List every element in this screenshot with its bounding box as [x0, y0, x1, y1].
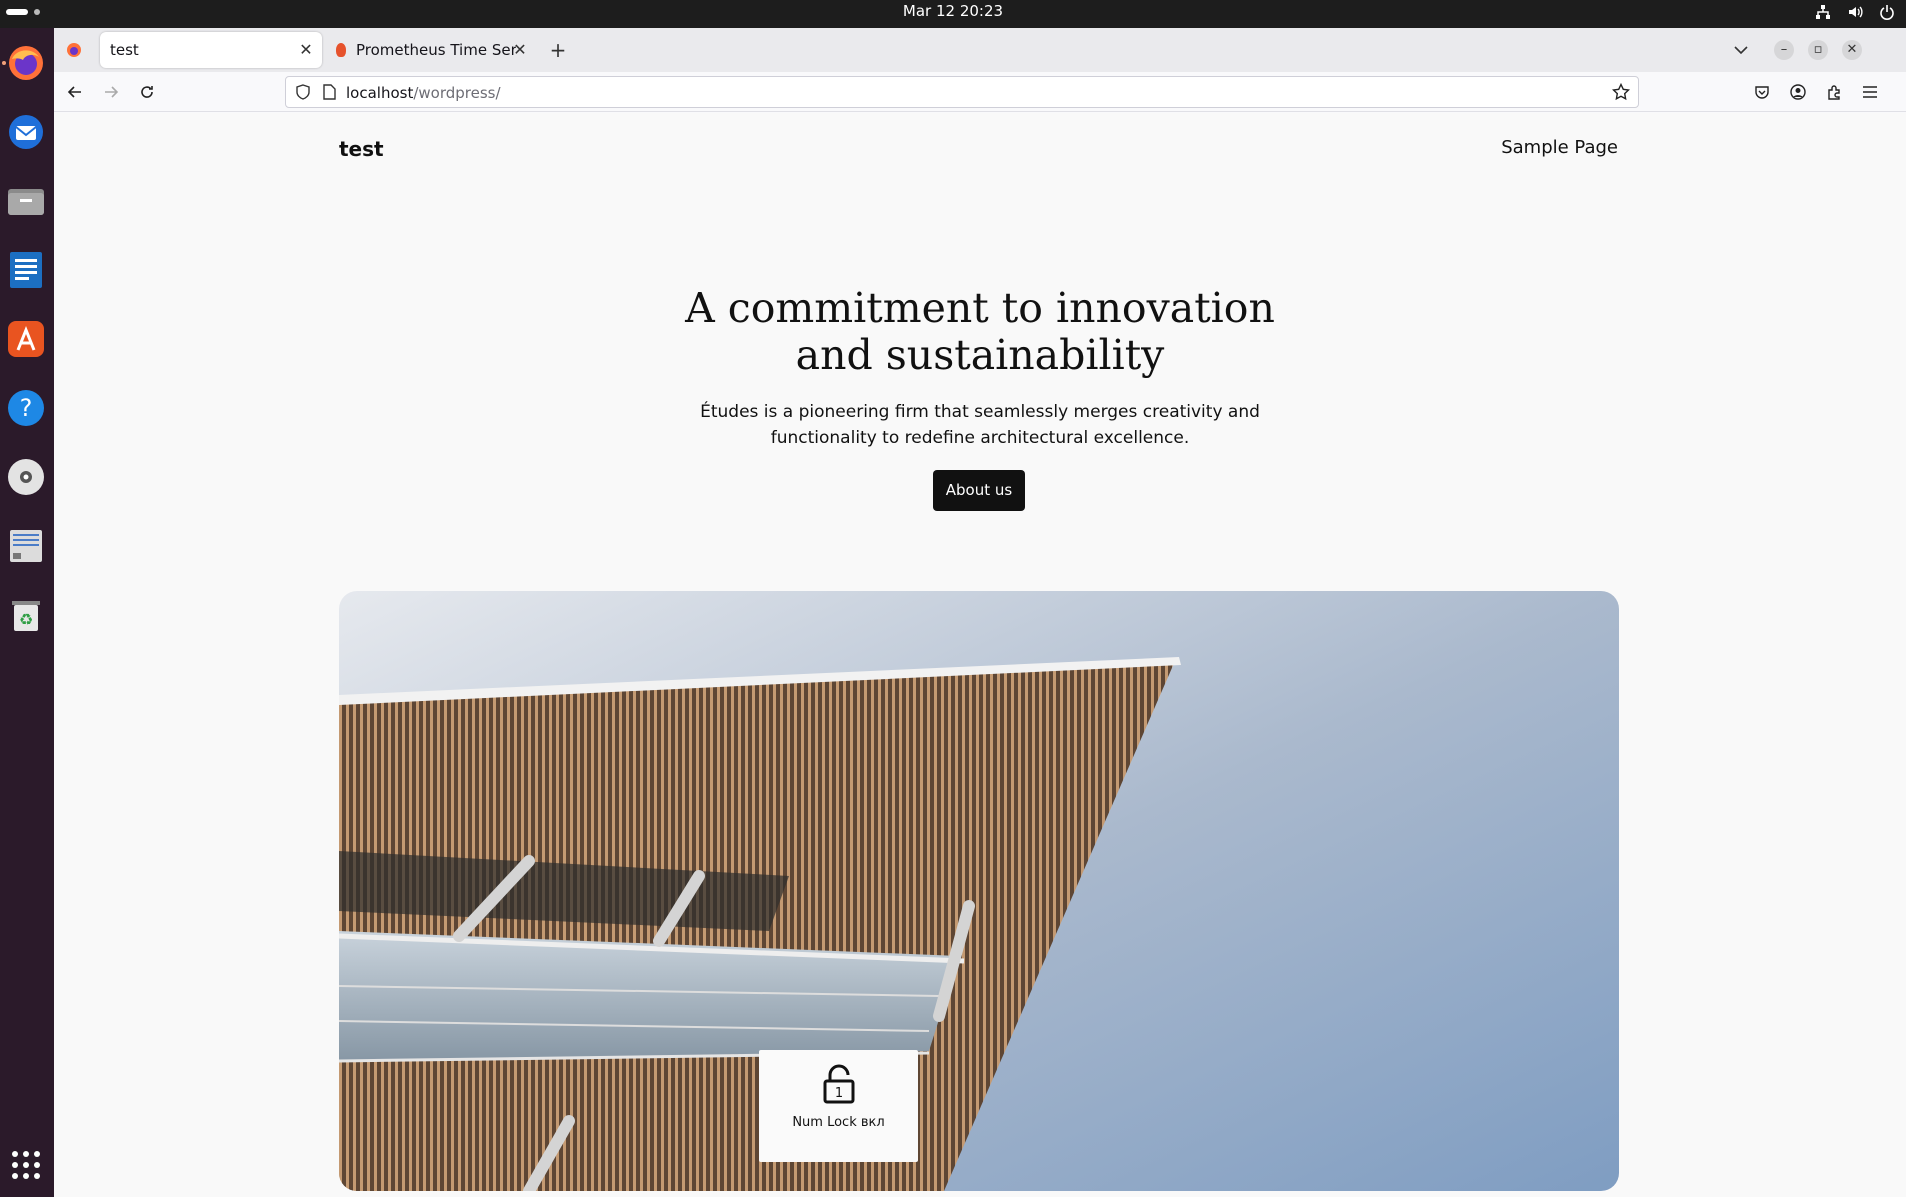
disc-icon[interactable] [3, 454, 49, 500]
account-icon[interactable] [1784, 78, 1812, 106]
writer-icon[interactable] [3, 247, 49, 293]
url-text[interactable]: localhost/wordpress/ [346, 84, 501, 102]
url-host: localhost [346, 84, 414, 102]
restore-button[interactable]: ▫ [1808, 40, 1828, 60]
back-button[interactable] [61, 78, 89, 106]
running-indicator [2, 61, 6, 65]
num-lock-osd: 1 Num Lock вкл [759, 1050, 918, 1162]
about-us-button[interactable]: About us [933, 470, 1025, 511]
prometheus-icon [336, 43, 346, 57]
extensions-icon[interactable] [1820, 78, 1848, 106]
hero-subtitle-line: Études is a pioneering firm that seamles… [700, 402, 1260, 422]
system-tray[interactable] [1814, 3, 1896, 21]
reload-button[interactable] [133, 78, 161, 106]
close-tab-icon[interactable]: ✕ [512, 42, 528, 58]
files-icon[interactable] [3, 178, 49, 224]
lock-digit: 1 [835, 1086, 843, 1101]
site-title[interactable]: test [339, 137, 384, 161]
trash-icon[interactable]: ♻ [3, 592, 49, 638]
new-tab-button[interactable]: + [544, 36, 572, 64]
page-icon[interactable] [322, 84, 336, 104]
thunderbird-icon[interactable] [3, 109, 49, 155]
tab-bar: test ✕ Prometheus Time Series C ✕ + – ▫ … [54, 28, 1906, 72]
hero-subtitle: Études is a pioneering firm that seamles… [54, 399, 1906, 451]
close-window-button[interactable]: ✕ [1842, 40, 1862, 60]
hero-subtitle-line: functionality to redefine architectural … [770, 428, 1190, 448]
volume-icon[interactable] [1846, 3, 1864, 21]
hero-building-image [339, 591, 1619, 1191]
hero-title: A commitment to innovation and sustainab… [54, 285, 1906, 379]
lock-icon: 1 [822, 1064, 856, 1108]
dock: ? ♻ [0, 28, 54, 1197]
web-page: test Sample Page A commitment to innovat… [54, 113, 1906, 1197]
forward-button[interactable] [97, 78, 125, 106]
nav-link-sample-page[interactable]: Sample Page [1501, 137, 1618, 158]
browser-window: test ✕ Prometheus Time Series C ✕ + – ▫ … [54, 28, 1906, 1197]
hero-title-line: and sustainability [795, 331, 1165, 379]
url-path: /wordpress/ [413, 84, 501, 102]
firefox-view-button[interactable] [60, 36, 88, 64]
system-top-bar: Mar 12 20:23 [0, 0, 1906, 28]
tab-test[interactable]: test ✕ [100, 32, 322, 68]
shield-icon[interactable] [295, 84, 311, 104]
svg-text:♻: ♻ [19, 610, 33, 629]
tab-title: test [110, 41, 139, 59]
firefox-icon[interactable] [3, 40, 49, 86]
pocket-icon[interactable] [1748, 78, 1776, 106]
num-lock-label: Num Lock вкл [792, 1115, 885, 1130]
help-icon[interactable]: ? [3, 385, 49, 431]
tab-prometheus[interactable]: Prometheus Time Series C ✕ [326, 32, 536, 68]
system-clock[interactable]: Mar 12 20:23 [0, 0, 1906, 22]
url-bar[interactable]: localhost/wordpress/ [285, 76, 1639, 108]
network-icon[interactable] [1814, 3, 1832, 21]
navigation-toolbar: localhost/wordpress/ [54, 72, 1906, 112]
menu-icon[interactable] [1856, 78, 1884, 106]
list-tabs-button[interactable] [1727, 36, 1755, 64]
bookmark-star-icon[interactable] [1611, 82, 1631, 105]
power-icon[interactable] [1878, 3, 1896, 21]
tab-title: Prometheus Time Series C [356, 41, 516, 59]
drive-icon[interactable] [3, 523, 49, 569]
close-tab-icon[interactable]: ✕ [298, 42, 314, 58]
svg-text:?: ? [20, 394, 33, 422]
app-center-icon[interactable] [3, 316, 49, 362]
show-apps-icon[interactable] [3, 1142, 49, 1188]
hero-title-line: A commitment to innovation [685, 284, 1275, 332]
minimize-button[interactable]: – [1774, 40, 1794, 60]
